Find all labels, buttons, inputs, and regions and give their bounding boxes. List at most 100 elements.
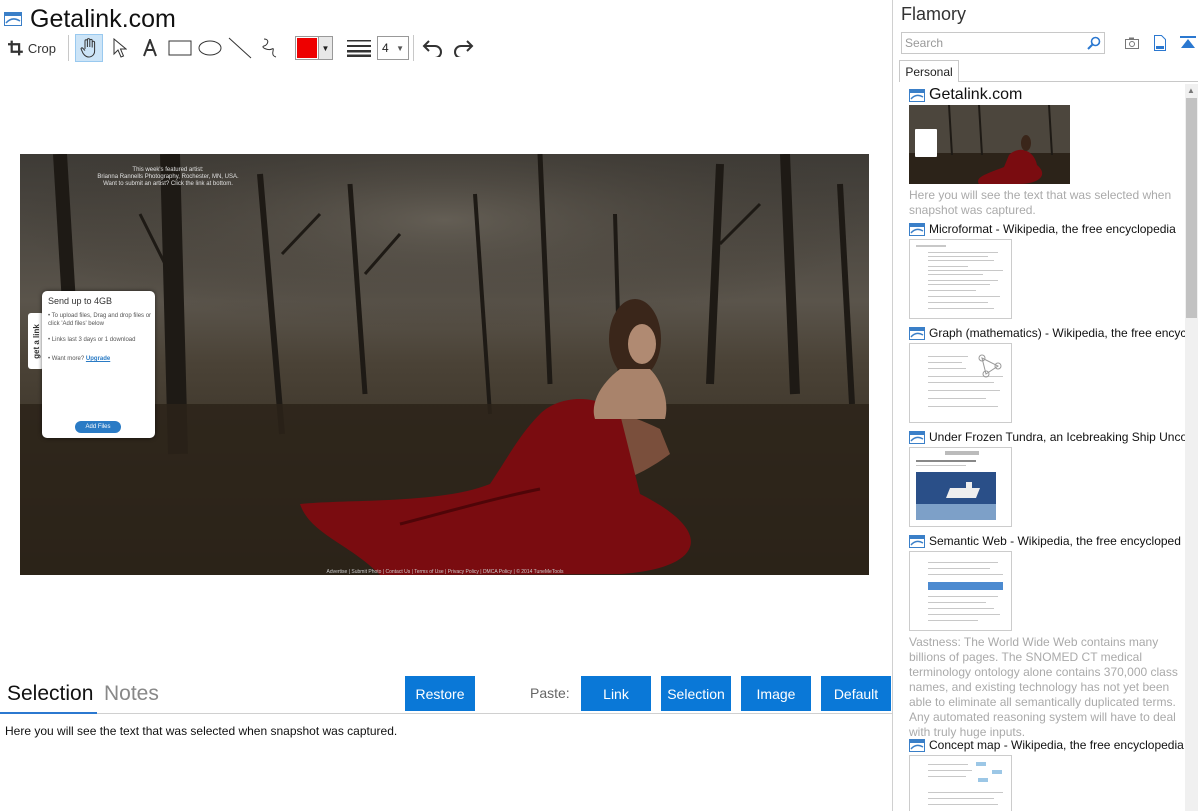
page-icon bbox=[909, 534, 925, 548]
list-item[interactable]: Concept map - Wikipedia, the free encycl… bbox=[909, 737, 1185, 811]
selection-text[interactable]: Here you will see the text that was sele… bbox=[5, 724, 397, 738]
hand-tool-button[interactable] bbox=[75, 34, 103, 62]
paste-selection-button[interactable]: Selection bbox=[661, 676, 731, 711]
thumbnail-article bbox=[916, 451, 996, 520]
list-item-thumbnail bbox=[909, 105, 1070, 184]
crop-button[interactable]: Crop bbox=[4, 34, 60, 62]
snapshot-list: Getalink.com Here you will see the text … bbox=[895, 84, 1185, 811]
line-width-value: 4 bbox=[382, 41, 389, 55]
toolbar-divider bbox=[413, 35, 414, 61]
annotation-toolbar: Crop ▼ 4 ▼ bbox=[4, 33, 480, 63]
line-width-select[interactable]: 4 ▼ bbox=[377, 36, 409, 60]
freehand-icon bbox=[262, 38, 277, 58]
tab-divider bbox=[959, 81, 1198, 82]
list-item-header: Microformat - Wikipedia, the free encycl… bbox=[909, 221, 1185, 237]
widget-title: Send up to 4GB bbox=[48, 296, 113, 306]
ellipse-tool-button[interactable] bbox=[197, 34, 223, 62]
list-item-thumbnail bbox=[909, 755, 1012, 811]
upload-widget: Send up to 4GB • To upload files, Drag a… bbox=[42, 291, 155, 438]
search-placeholder: Search bbox=[905, 36, 944, 50]
getalink-tab-label: get a link bbox=[31, 323, 41, 359]
chevron-down-icon: ▼ bbox=[396, 43, 404, 53]
document-button[interactable] bbox=[1147, 34, 1173, 52]
collapse-button[interactable] bbox=[1175, 34, 1198, 52]
list-item-header: Semantic Web - Wikipedia, the free encyc… bbox=[909, 533, 1185, 549]
paste-image-button[interactable]: Image bbox=[741, 676, 811, 711]
restore-button[interactable]: Restore bbox=[405, 676, 475, 711]
list-item-header: Concept map - Wikipedia, the free encycl… bbox=[909, 737, 1185, 753]
undo-button[interactable] bbox=[420, 34, 446, 62]
collapse-up-icon bbox=[1180, 36, 1196, 48]
caption-line: Want to submit an artist? Click the link… bbox=[103, 181, 233, 187]
page-icon bbox=[909, 430, 925, 444]
camera-button[interactable] bbox=[1119, 34, 1145, 52]
list-item-thumbnail bbox=[909, 551, 1012, 631]
page-icon bbox=[909, 738, 925, 752]
line-tool-button[interactable] bbox=[227, 34, 253, 62]
snapshot-image: This week's featured artist: Brianna Ran… bbox=[20, 154, 869, 575]
list-item[interactable]: Semantic Web - Wikipedia, the free encyc… bbox=[909, 533, 1185, 740]
scroll-up-icon[interactable]: ▲ bbox=[1187, 86, 1195, 95]
list-item-description: Vastness: The World Wide Web contains ma… bbox=[909, 635, 1178, 739]
color-swatch bbox=[296, 37, 318, 59]
text-tool-button[interactable] bbox=[137, 34, 163, 62]
list-item-header: Under Frozen Tundra, an Icebreaking Ship… bbox=[909, 429, 1185, 445]
thumbnail-page bbox=[916, 245, 1003, 309]
bottom-tabs-row: Selection Notes Restore Paste: Link Sele… bbox=[0, 676, 892, 714]
list-item-title: Getalink.com bbox=[929, 87, 1023, 103]
widget-line: • To upload files, Drag and drop files o… bbox=[48, 313, 152, 327]
list-item[interactable]: Graph (mathematics) - Wikipedia, the fre… bbox=[909, 325, 1185, 423]
list-item[interactable]: Under Frozen Tundra, an Icebreaking Ship… bbox=[909, 429, 1185, 527]
document-icon bbox=[1154, 35, 1166, 51]
line-width-icon bbox=[347, 40, 371, 57]
tab-personal[interactable]: Personal bbox=[899, 60, 959, 82]
tab-notes[interactable]: Notes bbox=[104, 682, 159, 706]
list-item[interactable]: Microformat - Wikipedia, the free encycl… bbox=[909, 221, 1185, 319]
widget-line: • Want more? Upgrade bbox=[48, 355, 152, 363]
widget-line-text: • Want more? bbox=[48, 356, 85, 362]
line-icon bbox=[228, 37, 252, 59]
active-tab-indicator bbox=[0, 712, 97, 714]
list-item-title: Concept map - Wikipedia, the free encycl… bbox=[929, 738, 1184, 752]
chevron-down-icon: ▼ bbox=[318, 37, 332, 59]
page-icon bbox=[909, 222, 925, 236]
list-item-thumbnail bbox=[909, 239, 1012, 319]
list-item-thumbnail bbox=[909, 343, 1012, 423]
snapshot-pane: Getalink.com Crop ▼ 4 ▼ This week's feat… bbox=[0, 0, 893, 811]
text-icon bbox=[143, 39, 157, 57]
caption-line: This week's featured artist: bbox=[132, 167, 204, 173]
upgrade-link: Upgrade bbox=[85, 356, 111, 362]
rectangle-icon bbox=[168, 40, 192, 56]
thumbnail-page bbox=[928, 762, 1003, 805]
list-item-description: Here you will see the text that was sele… bbox=[909, 188, 1172, 217]
select-tool-button[interactable] bbox=[107, 34, 133, 62]
footer-links: Advertise | Submit Photo | Contact Us | … bbox=[326, 569, 564, 575]
toolbar-divider bbox=[68, 35, 69, 61]
redo-button[interactable] bbox=[450, 34, 476, 62]
line-width-button[interactable] bbox=[345, 34, 373, 62]
featured-artist-caption: This week's featured artist: Brianna Ran… bbox=[68, 167, 268, 188]
search-input[interactable]: Search bbox=[901, 32, 1105, 54]
page-icon bbox=[909, 326, 925, 340]
thumbnail-page bbox=[928, 562, 1003, 621]
search-icon[interactable] bbox=[1087, 36, 1101, 50]
thumbnail-photo bbox=[909, 105, 1070, 184]
scrollbar-thumb[interactable] bbox=[1186, 98, 1197, 318]
rectangle-tool-button[interactable] bbox=[167, 34, 193, 62]
crop-icon bbox=[8, 40, 23, 56]
flamory-sidebar: Flamory Search Personal Getalink.com Her… bbox=[895, 0, 1198, 811]
freehand-tool-button[interactable] bbox=[257, 34, 283, 62]
paste-link-button[interactable]: Link bbox=[581, 676, 651, 711]
sidebar-title: Flamory bbox=[901, 4, 967, 24]
paste-default-button[interactable]: Default bbox=[821, 676, 891, 711]
color-picker[interactable]: ▼ bbox=[295, 36, 333, 60]
thumbnail-page bbox=[928, 354, 1003, 407]
redo-icon bbox=[454, 40, 474, 57]
widget-line: • Links last 3 days or 1 download bbox=[48, 337, 136, 343]
tab-selection[interactable]: Selection bbox=[7, 682, 93, 706]
list-item[interactable]: Getalink.com Here you will see the text … bbox=[909, 87, 1185, 218]
sidebar-scrollbar[interactable]: ▲ bbox=[1185, 84, 1198, 811]
list-item-header: Getalink.com bbox=[909, 87, 1185, 103]
hand-icon bbox=[80, 38, 96, 58]
add-files-button: Add Files bbox=[75, 421, 121, 433]
